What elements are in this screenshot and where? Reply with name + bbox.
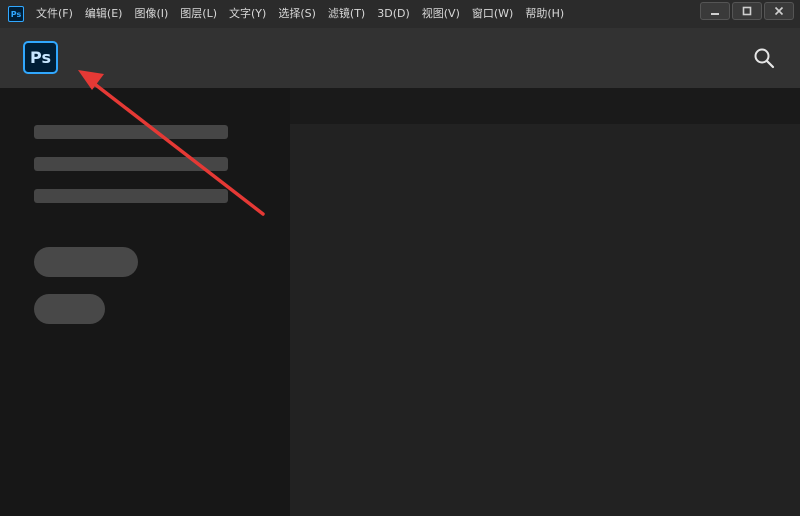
menu-file[interactable]: 文件(F) xyxy=(30,0,79,28)
minimize-icon xyxy=(711,13,719,15)
maximize-button[interactable] xyxy=(732,2,762,20)
home-main-area xyxy=(290,88,800,516)
sidebar-placeholder-line xyxy=(34,157,228,171)
menu-image[interactable]: 图像(I) xyxy=(128,0,174,28)
menu-bar: Ps 文件(F) 编辑(E) 图像(I) 图层(L) 文字(Y) 选择(S) 滤… xyxy=(0,0,800,28)
sidebar-placeholder-line xyxy=(34,125,228,139)
window-controls xyxy=(700,2,800,20)
menu-help[interactable]: 帮助(H) xyxy=(519,0,570,28)
ps-logo[interactable]: Ps xyxy=(23,41,58,74)
home-header: Ps xyxy=(0,28,800,88)
close-icon xyxy=(774,6,784,16)
main-top-strip xyxy=(290,88,800,124)
menu-window[interactable]: 窗口(W) xyxy=(466,0,519,28)
main-content-placeholder xyxy=(290,124,800,516)
maximize-icon xyxy=(742,6,752,16)
menu-edit[interactable]: 编辑(E) xyxy=(79,0,129,28)
menu-items: 文件(F) 编辑(E) 图像(I) 图层(L) 文字(Y) 选择(S) 滤镜(T… xyxy=(30,0,570,28)
menu-type[interactable]: 文字(Y) xyxy=(223,0,272,28)
sidebar-placeholder-button xyxy=(34,247,138,277)
menu-select[interactable]: 选择(S) xyxy=(272,0,322,28)
minimize-button[interactable] xyxy=(700,2,730,20)
sidebar-placeholder-button xyxy=(34,294,105,324)
photoshop-window: Ps 文件(F) 编辑(E) 图像(I) 图层(L) 文字(Y) 选择(S) 滤… xyxy=(0,0,800,516)
search-icon xyxy=(754,48,775,69)
menu-3d[interactable]: 3D(D) xyxy=(371,0,416,28)
menu-layer[interactable]: 图层(L) xyxy=(174,0,223,28)
home-sidebar xyxy=(0,88,290,516)
sidebar-placeholder-line xyxy=(34,189,228,203)
menu-view[interactable]: 视图(V) xyxy=(416,0,466,28)
app-icon[interactable]: Ps xyxy=(8,6,24,22)
menu-filter[interactable]: 滤镜(T) xyxy=(322,0,371,28)
close-button[interactable] xyxy=(764,2,794,20)
search-button[interactable] xyxy=(752,46,776,70)
